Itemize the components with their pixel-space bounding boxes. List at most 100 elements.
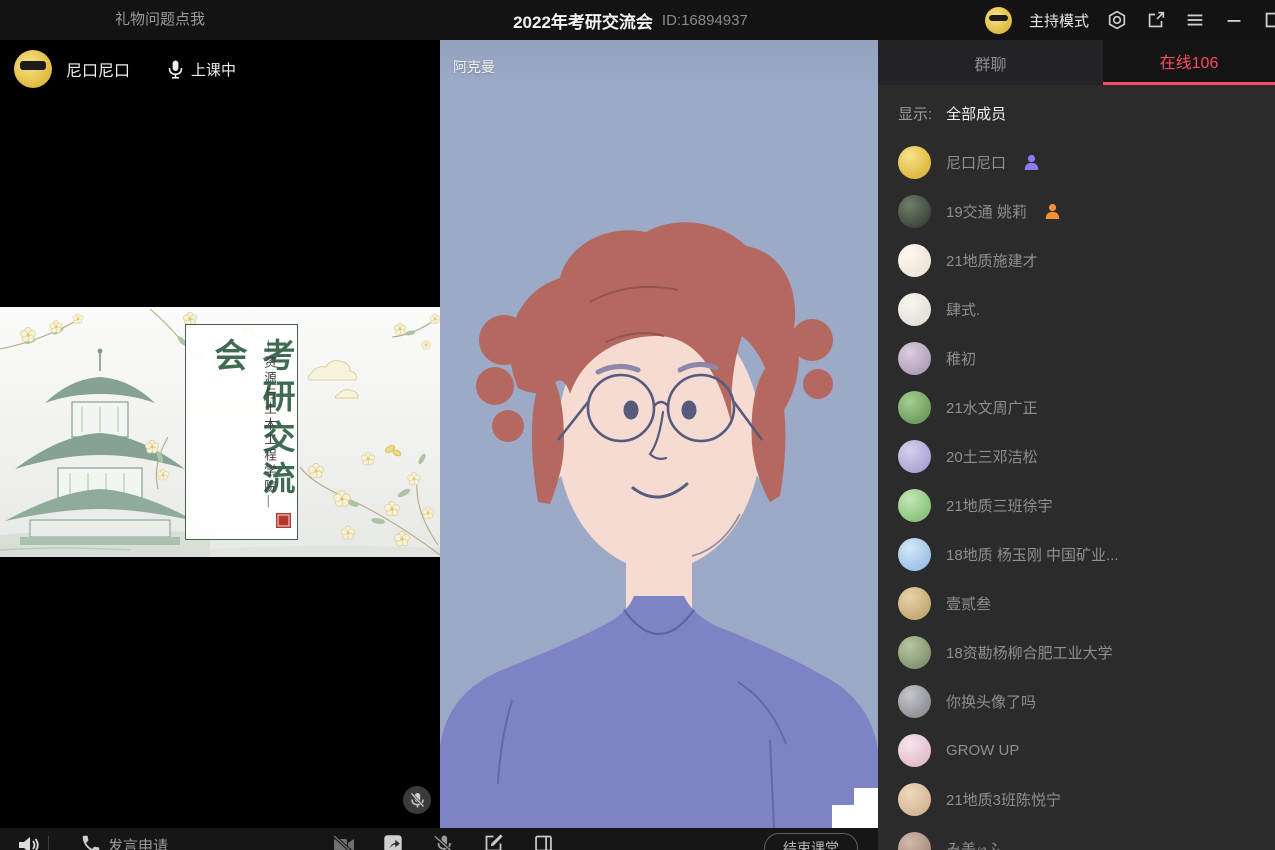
member-avatar: [898, 587, 931, 620]
room-title: 2022年考研交流会: [513, 8, 653, 33]
member-row[interactable]: み恙℘ふ: [878, 824, 1275, 850]
end-class-button[interactable]: 结束课堂: [764, 833, 858, 850]
speaker-icon[interactable]: [16, 833, 40, 850]
pagoda-illustration: [0, 349, 195, 550]
member-row[interactable]: 20土三邓洁松: [878, 432, 1275, 481]
slide-main-title: 考研交流会: [203, 338, 299, 539]
member-avatar: [898, 832, 931, 850]
popout-icon[interactable]: [1145, 9, 1167, 31]
speaker-video: 阿克曼: [440, 40, 878, 828]
member-row[interactable]: 18资勘杨柳合肥工业大学: [878, 628, 1275, 677]
mic-muted-icon: [410, 792, 425, 809]
classroom-app: 礼物问题点我 2022年考研交流会 ID:16894937 主持模式: [0, 0, 1275, 850]
member-name: 肆式.: [946, 299, 980, 320]
host-name: 尼口尼口: [66, 57, 130, 81]
member-avatar: [898, 391, 931, 424]
class-status: 上课中: [168, 59, 236, 80]
member-list: 尼口尼口 19交通 姚莉 21地质施建才: [878, 138, 1275, 850]
avatar[interactable]: [985, 7, 1012, 34]
person-badge-icon: [1022, 153, 1041, 172]
stair-logo: [830, 786, 878, 828]
room-title-group: 2022年考研交流会 ID:16894937: [513, 0, 748, 40]
member-role-badge: [1022, 153, 1041, 172]
toolbar-divider: [48, 836, 49, 850]
panel-tabs: 群聊 在线106: [878, 40, 1275, 85]
bottom-toolbar: 发言申请 结束课堂: [0, 828, 878, 850]
slide-side-title: —资源与土木工程学院—: [260, 340, 279, 530]
member-row[interactable]: 21地质三班徐宇: [878, 481, 1275, 530]
speak-request-label[interactable]: 发言申请: [108, 835, 168, 850]
slide-title-box: 考研交流会 —资源与土木工程学院—: [185, 324, 298, 540]
member-avatar: [898, 146, 931, 179]
member-name: 尼口尼口: [946, 152, 1006, 173]
host-mode-label[interactable]: 主持模式: [1029, 10, 1089, 31]
filter-value-dropdown[interactable]: 全部成员: [946, 103, 1006, 124]
member-name: 你换头像了吗: [946, 691, 1036, 712]
mic-icon: [168, 60, 183, 79]
minimize-icon[interactable]: [1223, 9, 1245, 31]
camera-off-icon[interactable]: [332, 833, 356, 850]
member-row[interactable]: 19交通 姚莉: [878, 187, 1275, 236]
titlebar-right: 主持模式: [985, 0, 1275, 40]
member-name: 21地质3班陈悦宁: [946, 789, 1061, 810]
menu-icon[interactable]: [1184, 9, 1206, 31]
slide-preview: 考研交流会 —资源与土木工程学院—: [0, 307, 440, 557]
settings-icon[interactable]: [1106, 9, 1128, 31]
annotate-icon[interactable]: [483, 833, 504, 850]
layout-icon[interactable]: [533, 833, 554, 850]
member-avatar: [898, 636, 931, 669]
member-filter-row: 显示: 全部成员: [878, 85, 1275, 138]
member-name: 21地质施建才: [946, 250, 1038, 271]
tab-group-chat[interactable]: 群聊: [878, 40, 1103, 85]
member-name: み恙℘ふ: [946, 838, 1001, 850]
screen-share-icon[interactable]: [382, 833, 404, 850]
member-avatar: [898, 489, 931, 522]
member-row[interactable]: 稚初: [878, 334, 1275, 383]
member-name: 21水文周广正: [946, 397, 1038, 418]
mic-off-icon[interactable]: [432, 833, 456, 850]
member-row[interactable]: 壹贰叁: [878, 579, 1275, 628]
member-row[interactable]: 尼口尼口: [878, 138, 1275, 187]
member-name: 稚初: [946, 348, 976, 369]
person-badge-icon: [1043, 202, 1062, 221]
member-row[interactable]: 21地质3班陈悦宁: [878, 775, 1275, 824]
phone-icon[interactable]: [80, 833, 102, 850]
seal-stamp: [276, 513, 291, 528]
member-name: 18资勘杨柳合肥工业大学: [946, 642, 1113, 663]
host-video-panel: 尼口尼口 上课中: [0, 40, 440, 850]
member-avatar: [898, 342, 931, 375]
host-avatar: [14, 50, 52, 88]
member-avatar: [898, 783, 931, 816]
member-name: 20土三邓洁松: [946, 446, 1038, 467]
member-name: 21地质三班徐宇: [946, 495, 1053, 516]
class-status-label: 上课中: [191, 59, 236, 80]
room-id: ID:16894937: [662, 12, 748, 29]
member-avatar: [898, 538, 931, 571]
member-row[interactable]: 21地质施建才: [878, 236, 1275, 285]
member-avatar: [898, 244, 931, 277]
member-row[interactable]: GROW UP: [878, 726, 1275, 775]
member-avatar: [898, 195, 931, 228]
speaker-cartoon-avatar: [440, 40, 878, 828]
tab-online-members[interactable]: 在线106: [1103, 40, 1275, 85]
member-row[interactable]: 21水文周广正: [878, 383, 1275, 432]
member-row[interactable]: 18地质 杨玉刚 中国矿业...: [878, 530, 1275, 579]
cloud-motifs: [308, 361, 358, 398]
filter-label: 显示:: [898, 103, 932, 124]
member-name: 18地质 杨玉刚 中国矿业...: [946, 544, 1119, 565]
member-avatar: [898, 685, 931, 718]
gift-question-link[interactable]: 礼物问题点我: [115, 0, 205, 40]
maximize-icon[interactable]: [1262, 9, 1275, 31]
member-row[interactable]: 肆式.: [878, 285, 1275, 334]
member-avatar: [898, 293, 931, 326]
member-row[interactable]: 你换头像了吗: [878, 677, 1275, 726]
host-row: 尼口尼口 上课中: [14, 50, 236, 88]
speaker-name-label: 阿克曼: [453, 57, 495, 77]
member-avatar: [898, 734, 931, 767]
mic-muted-indicator: [403, 786, 431, 814]
member-avatar: [898, 440, 931, 473]
members-panel: 群聊 在线106 显示: 全部成员 尼口尼口 19交通 姚莉: [878, 40, 1275, 850]
titlebar: 礼物问题点我 2022年考研交流会 ID:16894937 主持模式: [0, 0, 1275, 40]
member-name: 19交通 姚莉: [946, 201, 1027, 222]
member-role-badge: [1043, 202, 1062, 221]
